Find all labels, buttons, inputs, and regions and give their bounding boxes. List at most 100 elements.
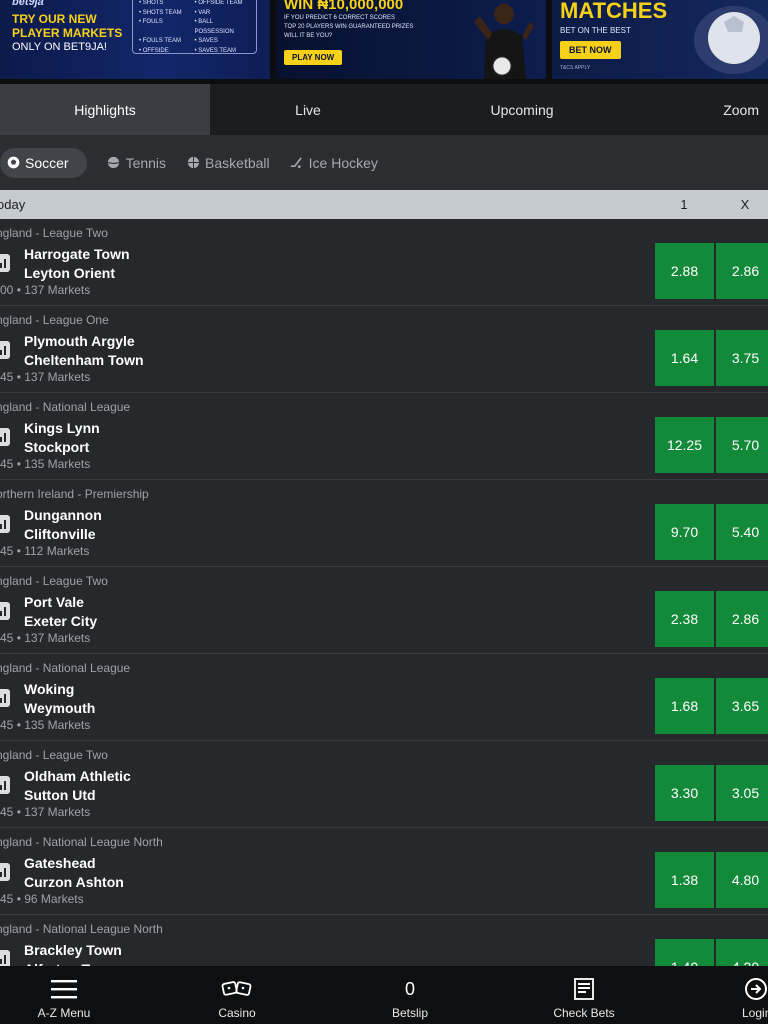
sport-chip-ice-hockey[interactable]: Ice Hockey bbox=[290, 148, 378, 178]
league-name: ngland - League Two bbox=[0, 574, 108, 588]
odds-home-button[interactable]: 1.38 bbox=[655, 852, 714, 908]
odds-home-button[interactable]: 1.64 bbox=[655, 330, 714, 386]
event-row[interactable]: ngland - League Two Oldham Athletic Sutton… bbox=[0, 741, 768, 828]
odds-draw-button[interactable]: 5.40 bbox=[716, 504, 768, 560]
ad-headline-1: TRY OUR NEW bbox=[12, 12, 97, 26]
stats-icon[interactable] bbox=[0, 428, 10, 446]
sport-chip-tennis[interactable]: Tennis bbox=[107, 148, 166, 178]
sport-filter: Soccer Tennis Basketball Ice Hockey bbox=[0, 135, 768, 190]
ad-market-item: • OFFSIDE bbox=[139, 47, 169, 54]
odds-home-button[interactable]: 9.70 bbox=[655, 504, 714, 560]
odds-home-button[interactable]: 1.68 bbox=[655, 678, 714, 734]
home-team: Woking bbox=[24, 681, 75, 697]
home-team: Dungannon bbox=[24, 507, 102, 523]
odds-draw-button[interactable]: 3.75 bbox=[716, 330, 768, 386]
odds-draw-button[interactable]: 2.86 bbox=[716, 243, 768, 299]
event-row[interactable]: ngland - National League Kings Lynn Stockp… bbox=[0, 393, 768, 480]
odds-home-button[interactable]: 12.25 bbox=[655, 417, 714, 473]
stats-icon[interactable] bbox=[0, 341, 10, 359]
casino-button[interactable]: Casino bbox=[207, 966, 267, 1024]
odds-home-button[interactable]: 1.40 bbox=[655, 939, 714, 966]
away-team: Leyton Orient bbox=[24, 265, 116, 281]
event-row[interactable]: ngland - National League North Gateshead C… bbox=[0, 828, 768, 915]
tab-live[interactable]: Live bbox=[210, 84, 406, 135]
ad-market-item: • SAVES bbox=[194, 38, 218, 44]
footballer-image bbox=[474, 4, 534, 79]
odds-draw-button[interactable]: 3.05 bbox=[716, 765, 768, 821]
away-team: Exeter City bbox=[24, 613, 98, 629]
home-team: Oldham Athletic bbox=[24, 768, 131, 784]
odds-draw-button[interactable]: 2.86 bbox=[716, 591, 768, 647]
section-header-today: oday 1 X bbox=[0, 190, 768, 219]
odds-home-button[interactable]: 2.88 bbox=[655, 243, 714, 299]
play-now-button[interactable]: PLAY NOW bbox=[284, 50, 343, 65]
ad-market-item: • SHOTS TEAM bbox=[139, 9, 182, 16]
stats-icon[interactable] bbox=[0, 950, 10, 966]
league-name: ngland - National League bbox=[0, 661, 131, 675]
nav-label: Casino bbox=[218, 1006, 256, 1020]
az-menu-button[interactable]: A-Z Menu bbox=[26, 966, 102, 1024]
ad-terms: T&CS APPLY bbox=[560, 65, 591, 71]
odds-draw-button[interactable]: 4.20 bbox=[716, 939, 768, 966]
away-team: Cheltenham Town bbox=[24, 352, 144, 368]
bet9ja-logo: bet9ja bbox=[12, 0, 44, 8]
tab-zoom[interactable]: Zoom bbox=[638, 84, 768, 135]
event-row[interactable]: ngland - National League North Brackley T… bbox=[0, 915, 768, 966]
tab-highlights[interactable]: Highlights bbox=[0, 84, 210, 135]
stats-icon[interactable] bbox=[0, 515, 10, 533]
odds-draw-button[interactable]: 5.70 bbox=[716, 417, 768, 473]
event-row[interactable]: ngland - League Two Harrogate Town Leyton … bbox=[0, 219, 768, 306]
check-bets-button[interactable]: Check Bets bbox=[548, 966, 620, 1024]
ad-text-line: TOP 20 PLAYERS WIN GUARANTEED PRIZES bbox=[284, 24, 414, 30]
stats-icon[interactable] bbox=[0, 863, 10, 881]
promo-banner[interactable]: bet9ja TRY OUR NEW PLAYER MARKETS ONLY O… bbox=[0, 0, 768, 84]
event-row[interactable]: ngland - National League Woking Weymouth 0:… bbox=[0, 654, 768, 741]
stats-icon[interactable] bbox=[0, 602, 10, 620]
nav-label: Betslip bbox=[391, 1006, 429, 1020]
event-meta: 0:45 • 137 Markets bbox=[0, 631, 91, 645]
away-team: Stockport bbox=[24, 439, 90, 455]
stats-icon[interactable] bbox=[0, 776, 10, 794]
home-team: Gateshead bbox=[24, 855, 96, 871]
odds-home-button[interactable]: 2.38 bbox=[655, 591, 714, 647]
stats-icon[interactable] bbox=[0, 689, 10, 707]
promo-ad-win[interactable]: WIN ₦10,000,000 IF YOU PREDICT 6 CORRECT… bbox=[276, 0, 546, 79]
away-team: Weymouth bbox=[24, 700, 96, 716]
odds-draw-button[interactable]: 3.65 bbox=[716, 678, 768, 734]
sport-chip-soccer[interactable]: Soccer bbox=[0, 147, 87, 178]
league-name: ngland - League Two bbox=[0, 748, 108, 762]
home-team: Kings Lynn bbox=[24, 420, 100, 436]
betslip-button[interactable]: 0 Betslip bbox=[380, 966, 440, 1024]
tab-upcoming[interactable]: Upcoming bbox=[406, 84, 638, 135]
odds-home-button[interactable]: 3.30 bbox=[655, 765, 714, 821]
event-row[interactable]: ngland - League Two Port Vale Exeter City 0… bbox=[0, 567, 768, 654]
promo-ad-matches[interactable]: MATCHES BET ON THE BEST BET NOW T&CS APP… bbox=[552, 0, 768, 79]
home-team: Plymouth Argyle bbox=[24, 333, 135, 349]
bottom-nav: A-Z Menu Casino 0 Betslip Check Bets Log… bbox=[0, 966, 768, 1024]
event-list: ngland - League Two Harrogate Town Leyton … bbox=[0, 219, 768, 966]
event-meta: 0:45 • 112 Markets bbox=[0, 544, 90, 558]
ad-text-line: IF YOU PREDICT 6 CORRECT SCORES bbox=[284, 15, 396, 21]
event-meta: 0:00 • 137 Markets bbox=[0, 283, 91, 297]
league-name: ngland - National League North bbox=[0, 922, 163, 936]
bet-now-button[interactable]: BET NOW bbox=[560, 41, 621, 59]
home-team: Harrogate Town bbox=[24, 246, 130, 262]
event-row[interactable]: orthern Ireland - Premiership Dungannon Cl… bbox=[0, 480, 768, 567]
event-row[interactable]: ngland - League One Plymouth Argyle Chelte… bbox=[0, 306, 768, 393]
section-title: oday bbox=[0, 197, 26, 212]
sport-chip-basketball[interactable]: Basketball bbox=[186, 148, 270, 178]
column-header-draw: X bbox=[740, 197, 750, 212]
promo-ad-player-markets[interactable]: bet9ja TRY OUR NEW PLAYER MARKETS ONLY O… bbox=[0, 0, 270, 79]
basketball-icon bbox=[186, 156, 200, 170]
stats-icon[interactable] bbox=[0, 254, 10, 272]
odds-draw-button[interactable]: 4.80 bbox=[716, 852, 768, 908]
league-name: ngland - League Two bbox=[0, 226, 108, 240]
away-team: Cliftonville bbox=[24, 526, 96, 542]
nav-label: Check Bets bbox=[553, 1006, 615, 1020]
login-button[interactable]: Login bbox=[736, 966, 768, 1024]
home-team: Brackley Town bbox=[24, 942, 122, 958]
sport-chip-label: Tennis bbox=[125, 154, 167, 171]
ad-headline-2: PLAYER MARKETS bbox=[12, 26, 123, 40]
ad-market-item: • VAR bbox=[194, 9, 211, 16]
tennis-ball-icon bbox=[107, 156, 121, 170]
